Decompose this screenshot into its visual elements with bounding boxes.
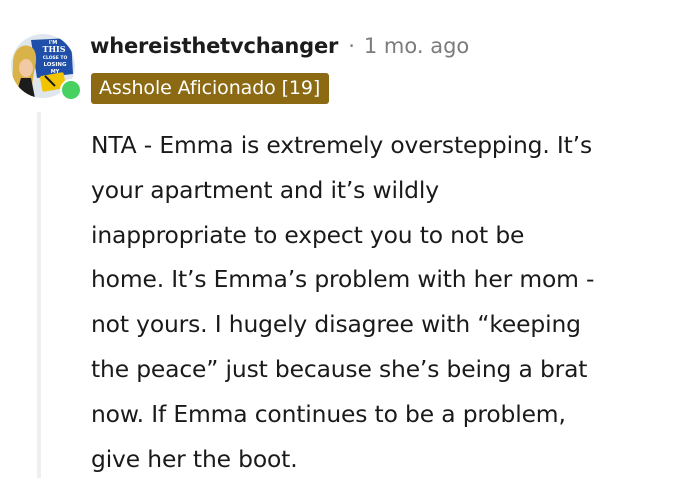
avatar-text-line-2: THIS bbox=[42, 44, 65, 54]
meta-separator: · bbox=[348, 34, 355, 58]
comment-body-line: now. If Emma continues to be a problem, bbox=[91, 399, 566, 428]
online-status-dot bbox=[60, 79, 82, 101]
comment-body-line: home. It’s Emma’s problem with her mom - bbox=[91, 265, 595, 294]
thread-collapse-line[interactable] bbox=[37, 112, 41, 478]
comment: I'M THIS CLOSE TO LOSING MY whereisthetv… bbox=[0, 0, 700, 479]
comment-timestamp[interactable]: 1 mo. ago bbox=[364, 34, 469, 58]
comment-body-line: not yours. I hugely disagree with “keepi… bbox=[91, 310, 581, 339]
comment-body-line: the peace” just because she’s being a br… bbox=[91, 354, 588, 383]
avatar[interactable]: I'M THIS CLOSE TO LOSING MY bbox=[11, 34, 82, 101]
avatar-text-line-4: LOSING bbox=[43, 62, 67, 68]
comment-body-line: inappropriate to expect you to not be bbox=[91, 220, 525, 249]
comment-body-line: give her the boot. bbox=[91, 444, 298, 473]
comment-body-line: NTA - Emma is extremely overstepping. It… bbox=[91, 131, 592, 159]
user-flair-badge: Asshole Aficionado [19] bbox=[91, 73, 330, 104]
avatar-text-line-3: CLOSE TO bbox=[43, 55, 68, 61]
comment-body-line: your apartment and it’s wildly bbox=[91, 175, 439, 204]
username-link[interactable]: whereisthetvchanger bbox=[90, 34, 338, 58]
comment-body: NTA - Emma is extremely overstepping. It… bbox=[91, 123, 691, 481]
comment-header: whereisthetvchanger · 1 mo. ago bbox=[90, 29, 469, 63]
